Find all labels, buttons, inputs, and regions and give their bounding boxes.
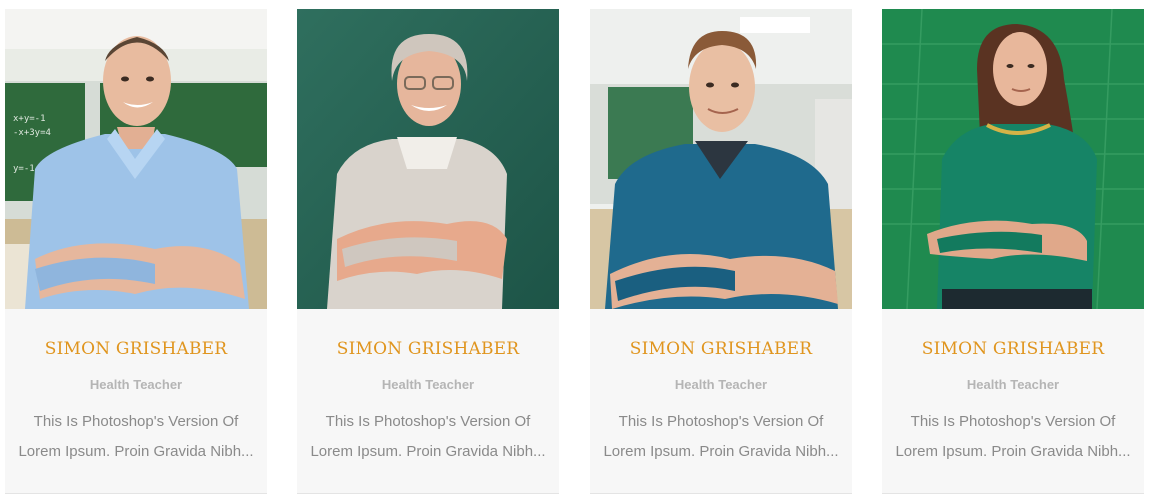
bio-line: This Is Photoshop's Version Of — [325, 413, 531, 430]
teacher-photo[interactable] — [297, 9, 559, 309]
teacher-name[interactable]: SIMON GRISHABER — [297, 339, 559, 359]
teacher-bio: This Is Photoshop's Version Of Lorem Ips… — [894, 407, 1132, 467]
team-card[interactable]: SIMON GRISHABER Health Teacher This Is P… — [590, 9, 852, 494]
teacher-role: Health Teacher — [966, 377, 1060, 392]
team-card[interactable]: SIMON GRISHABER Health Teacher This Is P… — [882, 9, 1144, 494]
bio-line: Lorem Ipsum. Proin Gravida Nibh... — [603, 443, 839, 460]
team-grid: x+y=-1 -x+3y=4 y=-1 SIMON GRISHABER Heal… — [0, 0, 1150, 504]
bio-line: Lorem Ipsum. Proin Gravida Nibh... — [18, 443, 254, 460]
female-teacher-green-sweater-photo — [882, 9, 1144, 309]
teacher-bio: This Is Photoshop's Version Of Lorem Ips… — [17, 407, 255, 467]
teacher-role: Health Teacher — [381, 377, 475, 392]
senior-female-teacher-photo — [297, 9, 559, 309]
svg-text:x+y=-1: x+y=-1 — [13, 114, 46, 124]
bio-line: Lorem Ipsum. Proin Gravida Nibh... — [895, 443, 1131, 460]
teacher-photo[interactable] — [882, 9, 1144, 309]
team-card[interactable]: SIMON GRISHABER Health Teacher This Is P… — [297, 9, 559, 494]
teacher-role: Health Teacher — [89, 377, 183, 392]
teacher-photo[interactable] — [590, 9, 852, 309]
bio-line: Lorem Ipsum. Proin Gravida Nibh... — [310, 443, 546, 460]
teacher-name[interactable]: SIMON GRISHABER — [882, 339, 1144, 359]
teacher-name[interactable]: SIMON GRISHABER — [590, 339, 852, 359]
teacher-role: Health Teacher — [674, 377, 768, 392]
bio-line: This Is Photoshop's Version Of — [618, 413, 824, 430]
teacher-bio: This Is Photoshop's Version Of Lorem Ips… — [309, 407, 547, 467]
bio-line: This Is Photoshop's Version Of — [33, 413, 239, 430]
teacher-name[interactable]: SIMON GRISHABER — [5, 339, 267, 359]
male-teacher-blue-sweater-photo — [590, 9, 852, 309]
male-teacher-blue-shirt-photo: x+y=-1 -x+3y=4 y=-1 — [5, 9, 267, 309]
teacher-bio: This Is Photoshop's Version Of Lorem Ips… — [602, 407, 840, 467]
svg-text:y=-1: y=-1 — [13, 164, 35, 174]
team-card[interactable]: x+y=-1 -x+3y=4 y=-1 SIMON GRISHABER Heal… — [5, 9, 267, 494]
bio-line: This Is Photoshop's Version Of — [910, 413, 1116, 430]
teacher-photo[interactable]: x+y=-1 -x+3y=4 y=-1 — [5, 9, 267, 309]
svg-text:-x+3y=4: -x+3y=4 — [13, 128, 51, 138]
